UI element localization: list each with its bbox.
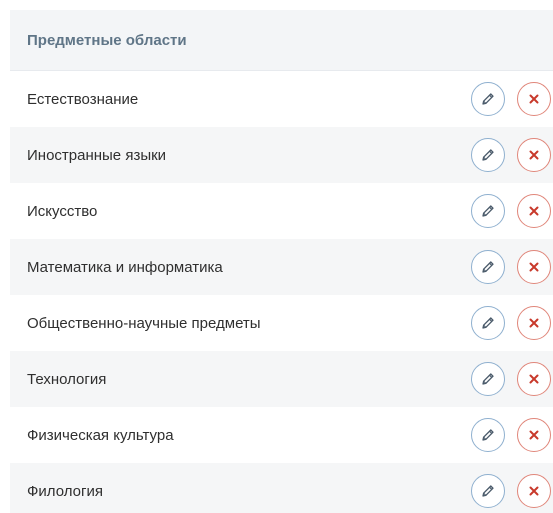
close-icon <box>529 206 539 216</box>
row-actions <box>471 474 551 508</box>
subject-area-label: Математика и информатика <box>27 258 223 276</box>
close-icon <box>529 486 539 496</box>
delete-button[interactable] <box>517 362 551 396</box>
table-row: Технология <box>10 351 553 407</box>
pencil-icon <box>482 485 494 497</box>
row-actions <box>471 250 551 284</box>
row-actions <box>471 194 551 228</box>
edit-button[interactable] <box>471 362 505 396</box>
pencil-icon <box>482 93 494 105</box>
table-row: Физическая культура <box>10 407 553 463</box>
close-icon <box>529 94 539 104</box>
subject-area-label: Общественно-научные предметы <box>27 314 261 332</box>
subject-areas-table: Предметные области Естествознание Иностр… <box>10 10 553 513</box>
subject-area-label: Искусство <box>27 202 98 220</box>
table-row: Филология <box>10 463 553 513</box>
close-icon <box>529 430 539 440</box>
pencil-icon <box>482 373 494 385</box>
close-icon <box>529 150 539 160</box>
table-row: Общественно-научные предметы <box>10 295 553 351</box>
table-header-title: Предметные области <box>27 31 187 49</box>
table-header: Предметные области <box>10 10 553 71</box>
edit-button[interactable] <box>471 474 505 508</box>
table-row: Искусство <box>10 183 553 239</box>
delete-button[interactable] <box>517 474 551 508</box>
delete-button[interactable] <box>517 138 551 172</box>
pencil-icon <box>482 429 494 441</box>
pencil-icon <box>482 205 494 217</box>
delete-button[interactable] <box>517 250 551 284</box>
subject-area-label: Филология <box>27 482 103 500</box>
delete-button[interactable] <box>517 194 551 228</box>
pencil-icon <box>482 149 494 161</box>
edit-button[interactable] <box>471 250 505 284</box>
delete-button[interactable] <box>517 82 551 116</box>
row-actions <box>471 138 551 172</box>
edit-button[interactable] <box>471 82 505 116</box>
subject-area-label: Физическая культура <box>27 426 174 444</box>
close-icon <box>529 318 539 328</box>
table-row: Естествознание <box>10 71 553 127</box>
subject-area-label: Технология <box>27 370 107 388</box>
pencil-icon <box>482 317 494 329</box>
subject-area-label: Естествознание <box>27 90 139 108</box>
close-icon <box>529 374 539 384</box>
delete-button[interactable] <box>517 418 551 452</box>
table-body: Естествознание Иностранные языки Искусст… <box>10 71 553 513</box>
pencil-icon <box>482 261 494 273</box>
delete-button[interactable] <box>517 306 551 340</box>
edit-button[interactable] <box>471 138 505 172</box>
subject-area-label: Иностранные языки <box>27 146 167 164</box>
row-actions <box>471 82 551 116</box>
edit-button[interactable] <box>471 306 505 340</box>
close-icon <box>529 262 539 272</box>
edit-button[interactable] <box>471 418 505 452</box>
row-actions <box>471 362 551 396</box>
row-actions <box>471 418 551 452</box>
table-row: Математика и информатика <box>10 239 553 295</box>
table-row: Иностранные языки <box>10 127 553 183</box>
edit-button[interactable] <box>471 194 505 228</box>
row-actions <box>471 306 551 340</box>
